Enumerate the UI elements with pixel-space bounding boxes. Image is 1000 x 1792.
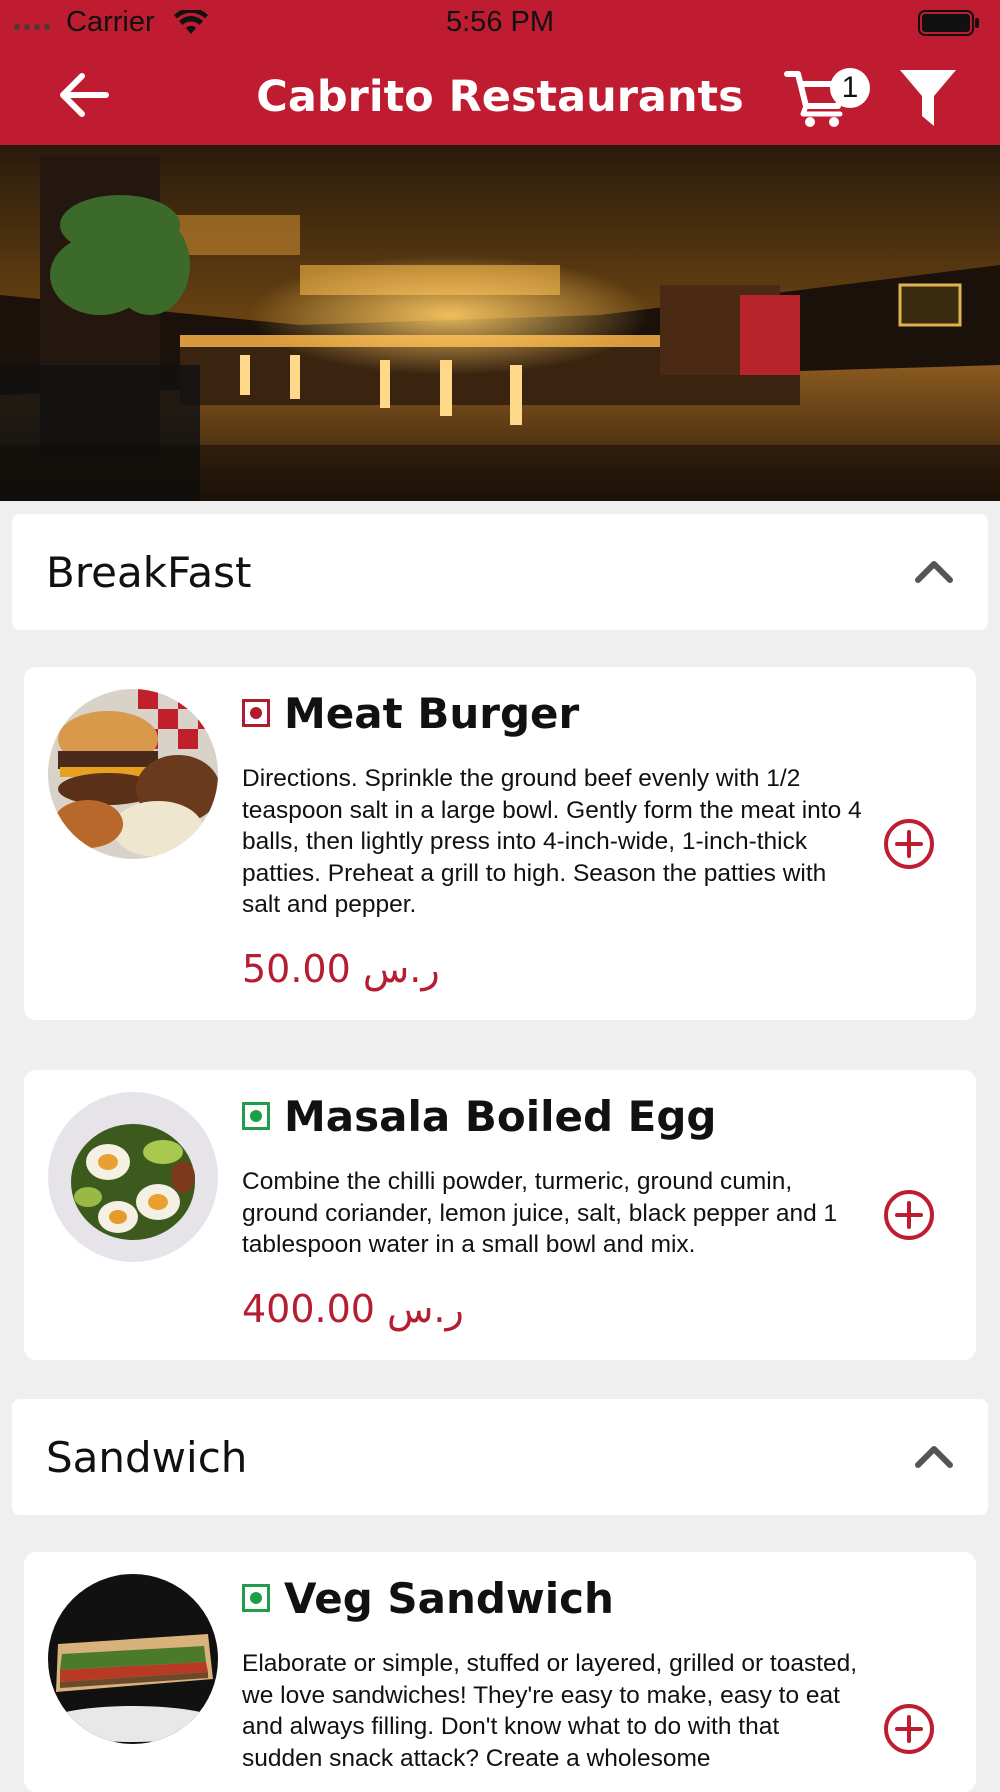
cart-count-badge: 1	[830, 68, 870, 108]
item-description: Elaborate or simple, stuffed or layered,…	[242, 1650, 858, 1772]
restaurant-banner-image	[0, 145, 1000, 501]
menu-item-card: Veg Sandwich Elaborate or simple, stuffe…	[24, 1552, 976, 1792]
menu-item-card: Meat Burger Directions. Sprinkle the gro…	[24, 667, 976, 1020]
food-image	[48, 689, 218, 859]
nav-bar: Cabrito Restaurants 1	[0, 46, 1000, 145]
item-name: Veg Sandwich	[284, 1574, 614, 1623]
chevron-up-icon[interactable]	[914, 556, 954, 586]
menu-item-card: Masala Boiled Egg Combine the chilli pow…	[24, 1070, 976, 1360]
non-veg-indicator-icon	[242, 699, 270, 727]
battery-icon	[918, 10, 979, 36]
item-name: Masala Boiled Egg	[284, 1092, 717, 1141]
item-description: Directions. Sprinkle the ground beef eve…	[242, 765, 862, 918]
item-name: Meat Burger	[284, 689, 580, 738]
food-image	[48, 1092, 218, 1262]
item-price: 50.00 ر.س	[242, 947, 440, 991]
chevron-up-icon[interactable]	[914, 1441, 954, 1471]
status-bar: Carrier 5:56 PM	[0, 0, 1000, 46]
veg-indicator-icon	[242, 1584, 270, 1612]
filter-icon[interactable]	[898, 68, 958, 130]
add-to-cart-icon[interactable]	[882, 817, 936, 871]
status-time: 5:56 PM	[446, 6, 554, 38]
item-description: Combine the chilli powder, turmeric, gro…	[242, 1168, 838, 1258]
add-to-cart-icon[interactable]	[882, 1188, 936, 1242]
section-header-breakfast[interactable]: BreakFast	[12, 514, 988, 630]
section-title: Sandwich	[46, 1433, 248, 1482]
veg-indicator-icon	[242, 1102, 270, 1130]
add-to-cart-icon[interactable]	[882, 1702, 936, 1756]
section-title: BreakFast	[46, 548, 252, 597]
section-header-sandwich[interactable]: Sandwich	[12, 1399, 988, 1515]
food-image	[48, 1574, 218, 1744]
item-price: 400.00 ر.س	[242, 1287, 464, 1331]
